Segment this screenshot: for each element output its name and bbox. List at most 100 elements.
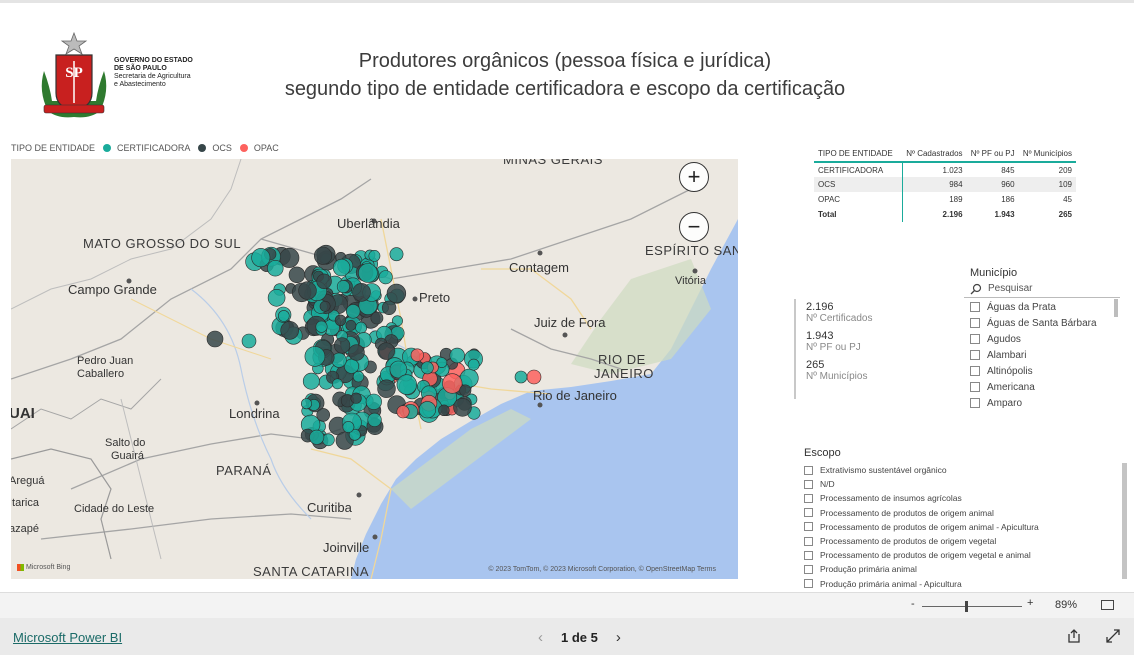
list-item[interactable]: Processamento de produtos de origem anim… [804,506,1130,520]
producer-bubble[interactable] [396,374,417,395]
col-header-municipios[interactable]: Nº Municípios [1018,146,1076,163]
producer-bubble[interactable] [302,372,320,390]
producer-bubble[interactable] [345,319,357,331]
checkbox[interactable] [804,536,813,546]
map-zoom-out-button[interactable]: − [679,212,709,242]
producer-bubble[interactable] [367,412,382,427]
checkbox[interactable] [970,334,980,344]
checkbox[interactable] [804,550,813,560]
producer-bubble[interactable] [334,337,351,354]
list-item[interactable]: Produção primária animal [804,562,1130,576]
list-item[interactable]: N/D [804,477,1130,491]
producer-bubble[interactable] [251,248,271,268]
list-item[interactable]: Águas de Santa Bárbara [964,315,1120,331]
producer-bubble[interactable] [309,429,325,445]
list-item[interactable]: Processamento de produtos de origem vege… [804,548,1130,562]
producer-bubble[interactable] [304,346,326,367]
producer-bubble[interactable] [377,379,396,398]
producer-bubble[interactable] [316,273,332,290]
municipio-scrollbar[interactable] [1114,299,1118,317]
powerbi-link[interactable]: Microsoft Power BI [13,630,122,645]
producer-bubble[interactable] [315,320,328,333]
producer-bubble[interactable] [322,433,335,447]
list-item[interactable]: Agudos [964,331,1120,347]
list-item[interactable]: Processamento de produtos de origem anim… [804,520,1130,534]
producer-bubble[interactable] [288,266,306,284]
producer-bubble[interactable] [526,369,542,385]
checkbox[interactable] [970,302,980,312]
producer-bubble[interactable] [386,283,407,304]
producer-bubble[interactable] [313,246,332,265]
table-row[interactable]: CERTIFICADORA 1.023 845 209 [814,162,1076,177]
list-item[interactable]: Processamento de produtos de origem vege… [804,534,1130,548]
escopo-scrollbar[interactable] [1122,463,1127,579]
col-header-pf-pj[interactable]: Nº PF ou PJ [966,146,1019,163]
checkbox[interactable] [970,350,980,360]
producer-bubble[interactable] [377,342,395,360]
list-item[interactable]: Águas da Prata [964,299,1120,315]
checkbox[interactable] [804,564,813,574]
table-row[interactable]: OPAC 189 186 45 [814,192,1076,207]
share-icon[interactable] [1066,628,1082,644]
checkbox[interactable] [970,318,980,328]
checkbox[interactable] [970,398,980,408]
legend-item-opac[interactable]: OPAC [254,143,279,153]
producer-bubble[interactable] [342,421,355,433]
list-item[interactable]: Alambari [964,347,1120,363]
list-item[interactable]: Extrativismo sustentável orgânico [804,463,1130,477]
producer-bubble[interactable] [378,270,393,285]
producer-bubble[interactable] [352,283,371,302]
producer-bubble[interactable] [365,393,382,410]
producer-bubble[interactable] [319,300,331,312]
producer-bubble[interactable] [459,368,479,388]
map-zoom-in-button[interactable]: + [679,162,709,192]
producer-bubble[interactable] [332,378,343,390]
producer-bubbles[interactable] [11,159,738,579]
checkbox[interactable] [804,522,813,532]
fit-to-page-icon[interactable] [1101,600,1114,610]
next-page-button[interactable]: › [616,629,621,646]
producer-bubble[interactable] [449,347,465,364]
table-row[interactable]: OCS 984 960 109 [814,177,1076,192]
fullscreen-icon[interactable] [1105,628,1121,644]
zoom-slider-thumb[interactable] [965,601,968,612]
producer-bubble[interactable] [514,370,528,384]
producer-bubble[interactable] [442,373,463,394]
municipio-search-input[interactable]: Pesquisar [964,282,1120,298]
checkbox[interactable] [804,579,813,589]
producer-bubble[interactable] [453,398,472,417]
producer-bubble[interactable] [358,263,378,283]
producer-bubble[interactable] [346,304,361,319]
list-item[interactable]: Processamento de insumos agrícolas [804,491,1130,505]
producer-bubble[interactable] [355,321,367,334]
zoom-in-button[interactable]: + [1027,597,1033,609]
producer-bubble[interactable] [420,361,434,375]
producer-bubble[interactable] [267,289,286,307]
legend-item-certificadora[interactable]: CERTIFICADORA [117,143,190,153]
checkbox[interactable] [804,508,813,518]
producers-map[interactable]: MINAS GERAIS MATO GROSSO DO SUL Uberlând… [11,159,738,579]
producer-bubble[interactable] [277,310,290,322]
producer-bubble[interactable] [438,404,450,417]
producer-bubble[interactable] [206,330,224,348]
map-copyright[interactable]: © 2023 TomTom, © 2023 Microsoft Corporat… [488,566,716,573]
producer-bubble[interactable] [381,300,397,316]
producer-bubble[interactable] [350,392,362,404]
list-item[interactable]: Altinópolis [964,363,1120,379]
checkbox[interactable] [970,382,980,392]
prev-page-button[interactable]: ‹ [538,629,543,646]
producer-bubble[interactable] [389,247,404,262]
zoom-slider-track[interactable] [922,606,1022,607]
checkbox[interactable] [804,465,813,475]
producer-bubble[interactable] [396,405,410,419]
legend-item-ocs[interactable]: OCS [212,143,232,153]
producer-bubble[interactable] [467,358,480,371]
producer-bubble[interactable] [316,408,331,422]
list-item[interactable]: Amparo [964,395,1120,411]
producer-bubble[interactable] [410,348,424,362]
zoom-out-button[interactable]: - [911,598,915,610]
producer-bubble[interactable] [298,281,317,300]
producer-bubble[interactable] [334,314,347,327]
col-header-cadastrados[interactable]: Nº Cadastrados [902,146,967,163]
producer-bubble[interactable] [267,259,284,277]
